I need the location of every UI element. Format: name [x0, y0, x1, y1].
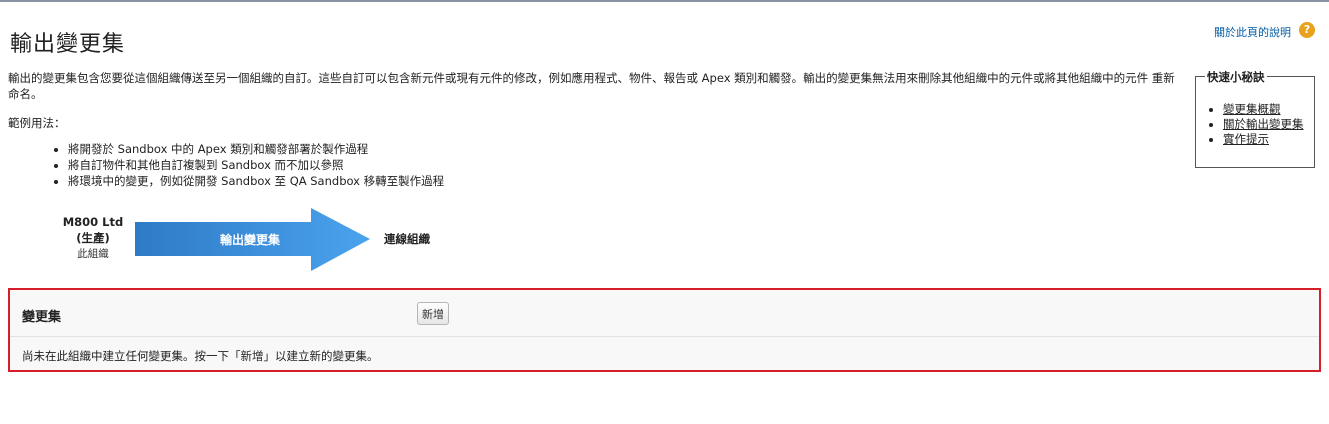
source-org-name: M800 Ltd [62, 215, 124, 229]
question-circle-icon[interactable]: ? [1299, 22, 1315, 38]
changeset-panel-title: 變更集 [22, 310, 62, 325]
intro-text: 輸出的變更集包含您要從這個組織傳送至另一個組織的自訂。這些自訂可以包含新元件或現… [8, 71, 1175, 101]
tip-item: 關於輸出變更集 [1223, 117, 1304, 132]
usage-item: 將自訂物件和其他自訂複製到 Sandbox 而不加以參照 [68, 157, 444, 173]
usage-item: 將開發於 Sandbox 中的 Apex 類別和觸發部署於製作過程 [68, 141, 444, 157]
tip-link-about-outbound[interactable]: 關於輸出變更集 [1223, 117, 1304, 131]
tip-item: 變更集概觀 [1223, 102, 1304, 117]
target-org-label: 連線組織 [384, 232, 430, 246]
usage-title: 範例用法： [8, 116, 66, 130]
quick-tips-title: 快速小秘訣 [1205, 69, 1267, 85]
usage-item: 將環境中的變更，例如從開發 Sandbox 至 QA Sandbox 移轉至製作… [68, 173, 444, 189]
changeset-panel-header: 變更集 新增 [10, 290, 1319, 337]
source-org-label: 此組織 [77, 248, 109, 260]
quick-tips-list: 變更集概觀 關於輸出變更集 實作提示 [1206, 102, 1304, 147]
arrow-label: 輸出變更集 [219, 233, 280, 247]
changeset-panel: 變更集 新增 尚未在此組織中建立任何變更集。按一下「新增」以建立新的變更集。 [8, 288, 1321, 372]
page-title: 輸出變更集 [10, 32, 126, 57]
source-org-env: (生產) [76, 231, 110, 245]
new-changeset-button[interactable]: 新增 [417, 302, 449, 325]
tip-item: 實作提示 [1223, 132, 1304, 147]
changeset-empty-message: 尚未在此組織中建立任何變更集。按一下「新增」以建立新的變更集。 [22, 349, 379, 363]
top-border [0, 0, 1329, 2]
tip-link-changeset-overview[interactable]: 變更集概觀 [1223, 102, 1281, 116]
help-link[interactable]: 關於此頁的說明 [1214, 24, 1291, 40]
tip-link-implementation-tips[interactable]: 實作提示 [1223, 132, 1269, 146]
usage-list: 將開發於 Sandbox 中的 Apex 類別和觸發部署於製作過程 將自訂物件和… [48, 141, 444, 189]
